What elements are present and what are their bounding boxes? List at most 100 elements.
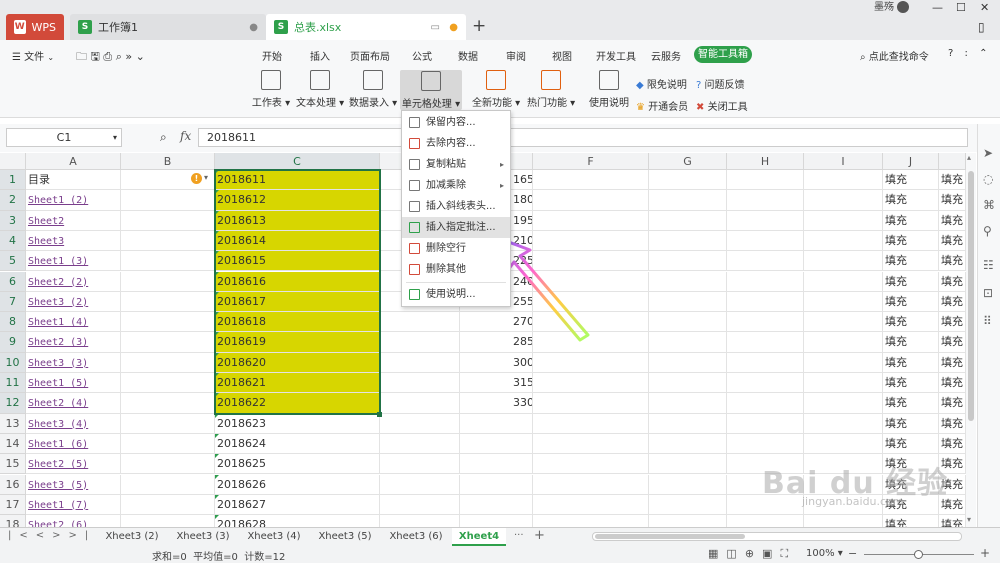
sheet-hyperlink[interactable]: Sheet3 (5) <box>28 480 88 491</box>
cell-c[interactable]: 2018615 <box>215 251 380 271</box>
sidebar-toggle-icon[interactable]: ▯ <box>978 20 985 34</box>
apps-grid-icon[interactable]: ⠿ <box>983 314 992 328</box>
cell-h[interactable] <box>727 413 804 433</box>
select-all-corner[interactable] <box>0 153 26 170</box>
monitor-icon[interactable]: ▭ <box>431 22 440 33</box>
cell-j[interactable]: 填充 <box>883 413 939 433</box>
cell-b[interactable] <box>121 433 215 454</box>
cell-i[interactable] <box>804 312 883 332</box>
open-folder-icon[interactable]: 🗀 <box>76 50 87 63</box>
style-icon[interactable]: ⌘ <box>983 198 995 212</box>
usage-guide-button[interactable]: 使用说明 <box>589 70 629 109</box>
cell-k[interactable]: 填充 <box>939 332 966 352</box>
tools-icon[interactable]: ☷ <box>983 258 994 272</box>
cell-j[interactable]: 填充 <box>883 393 939 413</box>
column-header-c[interactable]: C <box>215 153 380 170</box>
column-header-i[interactable]: I <box>804 153 883 170</box>
save-icon[interactable]: 🖫 <box>91 50 100 63</box>
cell-i[interactable] <box>804 251 883 271</box>
row-header[interactable]: 8 <box>0 312 26 333</box>
cell-i[interactable] <box>804 271 883 291</box>
prev-sheet-icon[interactable]: < <box>36 530 52 541</box>
cell-b[interactable] <box>121 312 215 332</box>
cell-d[interactable] <box>380 312 460 332</box>
cell-j[interactable]: 填充 <box>883 433 939 454</box>
tab-workbook1[interactable]: S 工作簿1 ● <box>70 14 266 40</box>
sheet-hyperlink[interactable]: Sheet1 (4) <box>28 317 88 328</box>
user-name[interactable]: 墨殇 <box>874 0 910 16</box>
row-header[interactable]: 11 <box>0 373 26 394</box>
cell-d[interactable] <box>380 352 460 372</box>
more-sheets-icon[interactable]: ··· <box>514 530 524 541</box>
cell-a[interactable]: Sheet1 (6) <box>26 433 121 454</box>
cell-i[interactable] <box>804 393 883 413</box>
unsaved-dot-icon[interactable]: ● <box>449 22 458 33</box>
feedback-link[interactable]: ? 问题反馈 <box>696 76 745 91</box>
row-header[interactable]: 14 <box>0 433 26 455</box>
reading-view-icon[interactable]: ◫ <box>726 547 744 560</box>
tab-wps-home[interactable]: W WPS <box>6 14 64 40</box>
cell-f[interactable] <box>533 474 649 494</box>
cell-k[interactable]: 填充 <box>939 170 966 190</box>
row-header[interactable]: 12 <box>0 393 26 414</box>
more-icon[interactable]: » <box>125 50 132 63</box>
cell-f[interactable] <box>533 373 649 393</box>
cell-k[interactable]: 填充 <box>939 271 966 291</box>
sheet-hyperlink[interactable]: Sheet3 <box>28 236 64 247</box>
tab-total-xlsx[interactable]: S 总表.xlsx ▭ ● <box>266 14 466 40</box>
cell-b[interactable] <box>121 352 215 372</box>
scroll-up-icon[interactable]: ▴ <box>967 153 971 162</box>
cell-k[interactable]: 填充 <box>939 413 966 433</box>
cell-h[interactable] <box>727 373 804 393</box>
cell-k[interactable]: 填充 <box>939 312 966 332</box>
cell-h[interactable] <box>727 291 804 312</box>
cell-b[interactable] <box>121 474 215 494</box>
cell-h[interactable] <box>727 352 804 372</box>
sheet-tab-xheet3-4[interactable]: Xheet3 (4) <box>242 528 306 546</box>
cell-i[interactable] <box>804 413 883 433</box>
menu-review[interactable]: 审阅 <box>506 48 526 63</box>
row-header[interactable]: 18 <box>0 515 26 527</box>
add-sheet-icon[interactable]: + <box>534 528 545 543</box>
print-icon[interactable]: ⎙ <box>103 50 112 63</box>
cell-c[interactable]: 2018619 <box>215 332 380 352</box>
cell-c[interactable]: 2018625 <box>215 454 380 474</box>
zoom-slider-handle[interactable] <box>914 550 923 559</box>
sheet-tab-xheet3-6[interactable]: Xheet3 (6) <box>384 528 448 546</box>
cell-c[interactable]: 2018622 <box>215 393 380 413</box>
cell-j[interactable]: 填充 <box>883 210 939 230</box>
row-header[interactable]: 13 <box>0 413 26 434</box>
command-search[interactable]: ⌕ 点此查找命令 <box>860 48 929 63</box>
new-features-button[interactable]: 全新功能 ▾ <box>472 70 520 109</box>
cell-i[interactable] <box>804 291 883 312</box>
cell-k[interactable]: 填充 <box>939 291 966 312</box>
dropdown-delete-other[interactable]: 删除其他 <box>402 259 510 280</box>
cell-a[interactable]: 目录 <box>26 170 121 190</box>
cell-f[interactable] <box>533 433 649 454</box>
cell-b[interactable] <box>121 210 215 230</box>
cell-g[interactable] <box>649 474 727 494</box>
column-header-f[interactable]: F <box>533 153 649 170</box>
cell-h[interactable] <box>727 515 804 527</box>
row-header[interactable]: 9 <box>0 332 26 353</box>
menu-cloud[interactable]: 云服务 <box>651 48 681 63</box>
column-header-g[interactable]: G <box>649 153 727 170</box>
row-header[interactable]: 16 <box>0 474 26 495</box>
membership-link[interactable]: ♛ 开通会员 <box>636 98 688 113</box>
cell-i[interactable] <box>804 170 883 190</box>
zoom-out-icon[interactable]: − <box>848 547 857 560</box>
menu-dev-tools[interactable]: 开发工具 <box>596 48 636 63</box>
formula-input[interactable]: 2018611 <box>198 128 968 147</box>
cell-b[interactable] <box>121 190 215 210</box>
page-layout-icon[interactable]: ⊕ <box>745 547 762 560</box>
sheet-hyperlink[interactable]: Sheet2 (6) <box>28 520 88 527</box>
sheet-hyperlink[interactable]: Sheet2 (2) <box>28 277 88 288</box>
avatar[interactable] <box>897 1 910 13</box>
cell-i[interactable] <box>804 373 883 393</box>
cell-a[interactable]: Sheet2 <box>26 210 121 230</box>
sheet-hyperlink[interactable]: Sheet1 (5) <box>28 378 88 389</box>
cell-a[interactable]: Sheet3 (3) <box>26 352 121 372</box>
column-header-h[interactable]: H <box>727 153 804 170</box>
cell-i[interactable] <box>804 190 883 210</box>
sheet-hyperlink[interactable]: Sheet3 (2) <box>28 297 88 308</box>
